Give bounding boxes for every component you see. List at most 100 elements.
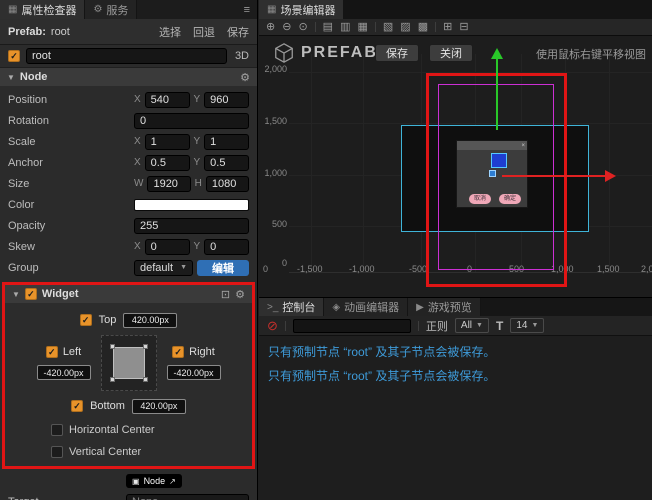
position-x-input[interactable] — [144, 91, 190, 108]
property-row-scale: Scale X Y — [0, 131, 257, 152]
node-section-header[interactable]: ▼ Node ⚙ — [0, 68, 257, 86]
group-select[interactable]: default ▼ — [134, 259, 193, 276]
dialog-ok-node[interactable]: 确定 — [499, 194, 521, 204]
zoom-out-icon[interactable]: ⊖ — [282, 21, 291, 33]
gizmo-x-axis-arrowhead[interactable] — [605, 170, 616, 182]
ruler-label: 1,500 — [264, 116, 287, 126]
prefab-save-button[interactable]: 保存 — [375, 44, 419, 62]
anchor-y-input[interactable] — [204, 154, 249, 171]
prefab-name: root — [50, 25, 70, 38]
console-toolbar: ⊘ 正则 All ▼ T 14 ▼ — [259, 316, 652, 336]
console-search-input[interactable] — [292, 318, 411, 333]
console-log-line[interactable]: 只有预制节点 “root” 及其子节点会被保存。 — [268, 367, 643, 384]
widget-section-header[interactable]: ▼ ✓ Widget ⊡ ⚙ — [5, 285, 252, 303]
distribute-horizontal-icon[interactable]: ⊞ — [443, 21, 452, 33]
node-name-row: ✓ 3D — [0, 45, 257, 68]
widget-hcenter-checkbox[interactable]: ✓ — [51, 423, 63, 436]
app-root: ▦ 属性检查器 ⚙ 服务 ≡ Prefab: root 选择 回退 保存 ✓ 3… — [0, 0, 652, 500]
zoom-in-icon[interactable]: ⊕ — [266, 21, 275, 33]
gizmo-y-axis[interactable] — [496, 58, 498, 130]
node-gear-icon[interactable]: ⚙ — [240, 71, 250, 84]
gizmo-origin-handle[interactable] — [489, 170, 496, 177]
size-h-input[interactable] — [205, 175, 249, 192]
align-top-icon[interactable]: ▤ — [323, 21, 333, 33]
prefab-close-button[interactable]: 关闭 — [429, 44, 473, 62]
scene-tabbar: ▦ 场景编辑器 — [259, 0, 652, 19]
grid-icon: ▦ — [8, 4, 18, 15]
tab-scene-editor-label: 场景编辑器 — [280, 4, 336, 17]
tab-console[interactable]: >_ 控制台 — [259, 298, 325, 316]
rotation-input[interactable] — [134, 112, 249, 129]
size-w-input[interactable] — [147, 175, 191, 192]
widget-bottom-checkbox[interactable]: ✓ — [71, 400, 84, 412]
chevron-down-icon: ▼ — [476, 322, 483, 329]
target-value-text: None — [132, 496, 158, 500]
scale-y-input[interactable] — [204, 133, 249, 150]
widget-right-checkbox[interactable]: ✓ — [172, 346, 185, 358]
tab-services[interactable]: ⚙ 服务 — [85, 0, 138, 19]
anchor-x-input[interactable] — [144, 154, 190, 171]
widget-copy-icon[interactable]: ⊡ — [221, 288, 230, 301]
align-right-icon[interactable]: ▩ — [418, 21, 428, 33]
tab-game-preview-label: 游戏预览 — [427, 302, 472, 314]
widget-left-checkbox[interactable]: ✓ — [45, 346, 58, 358]
widget-body: ✓ Top ✓ Left — [5, 303, 252, 466]
font-size-dropdown[interactable]: 14 ▼ — [510, 318, 545, 333]
color-swatch[interactable] — [134, 198, 249, 211]
dialog-blue-square-node[interactable] — [491, 153, 507, 168]
panel-menu-icon[interactable]: ≡ — [237, 0, 257, 19]
widget-gear-icon[interactable]: ⚙ — [235, 288, 245, 301]
property-row-group: Group default ▼ 编辑 — [0, 257, 257, 278]
tab-inspector[interactable]: ▦ 属性检查器 — [0, 0, 86, 19]
regex-toggle[interactable]: 正则 — [426, 318, 448, 334]
gizmo-x-axis[interactable] — [502, 175, 606, 177]
chevron-down-icon: ▼ — [180, 264, 187, 271]
prefab-select-button[interactable]: 选择 — [159, 24, 181, 40]
prefab-logo-text: PREFAB — [301, 44, 378, 61]
node-reference-badge[interactable]: ▣ Node ↗ — [126, 474, 182, 488]
toolbar-separator — [374, 22, 376, 32]
gizmo-y-axis-arrowhead[interactable] — [491, 48, 503, 59]
widget-top-input[interactable] — [123, 312, 178, 328]
node-active-checkbox[interactable]: ✓ — [8, 50, 20, 62]
distribute-vertical-icon[interactable]: ⊟ — [459, 21, 468, 33]
opacity-input[interactable] — [134, 217, 249, 234]
align-left-icon[interactable]: ▧ — [383, 21, 393, 33]
widget-enabled-checkbox[interactable]: ✓ — [24, 288, 37, 300]
position-y-input[interactable] — [204, 91, 249, 108]
clear-console-icon[interactable]: ⊘ — [267, 319, 278, 332]
mode-3d-toggle[interactable]: 3D — [235, 50, 249, 62]
node-name-input[interactable] — [26, 48, 227, 64]
scale-x-input[interactable] — [144, 133, 190, 150]
widget-vcenter-checkbox[interactable]: ✓ — [51, 445, 63, 458]
skew-x-input[interactable] — [144, 238, 190, 255]
ruler-label: -1,500 — [297, 264, 323, 274]
property-row-skew: Skew X Y — [0, 236, 257, 257]
log-level-dropdown[interactable]: All ▼ — [454, 318, 489, 333]
tab-animation-label: 动画编辑器 — [344, 302, 400, 314]
widget-top-checkbox[interactable]: ✓ — [79, 314, 92, 326]
widget-right-input[interactable] — [166, 365, 221, 380]
prefab-revert-button[interactable]: 回退 — [193, 24, 215, 40]
align-middle-icon[interactable]: ▥ — [340, 21, 350, 33]
prefab-save-button[interactable]: 保存 — [227, 24, 249, 40]
node-section-title: Node — [19, 71, 48, 83]
zoom-fit-icon[interactable]: ⊙ — [298, 21, 307, 33]
tab-console-label: 控制台 — [282, 302, 316, 314]
widget-bottom-input[interactable] — [131, 398, 186, 414]
scene-viewport[interactable]: 2,000 1,500 1,000 500 0 0 -1,500 -1,000 … — [259, 36, 652, 297]
dialog-cancel-node[interactable]: 取消 — [469, 194, 491, 204]
align-bottom-icon[interactable]: ▦ — [357, 21, 367, 33]
check-icon: ✓ — [48, 346, 56, 357]
console-log-line[interactable]: 只有预制节点 “root” 及其子节点会被保存。 — [268, 343, 643, 360]
tab-game-preview[interactable]: ▶ 游戏预览 — [408, 298, 481, 316]
scene-toolbar: ⊕ ⊖ ⊙ ▤ ▥ ▦ ▧ ▨ ▩ ⊞ ⊟ — [259, 19, 652, 36]
widget-left-input[interactable] — [36, 365, 91, 380]
align-center-icon[interactable]: ▨ — [400, 21, 410, 33]
group-edit-button[interactable]: 编辑 — [197, 259, 249, 276]
widget-section-annotation: ▼ ✓ Widget ⊡ ⚙ ✓ Top ✓ Left — [2, 282, 255, 469]
tab-animation-editor[interactable]: ◈ 动画编辑器 — [324, 298, 409, 316]
tab-scene-editor[interactable]: ▦ 场景编辑器 — [259, 0, 345, 19]
target-value-field[interactable]: None — [126, 494, 249, 500]
skew-y-input[interactable] — [204, 238, 249, 255]
